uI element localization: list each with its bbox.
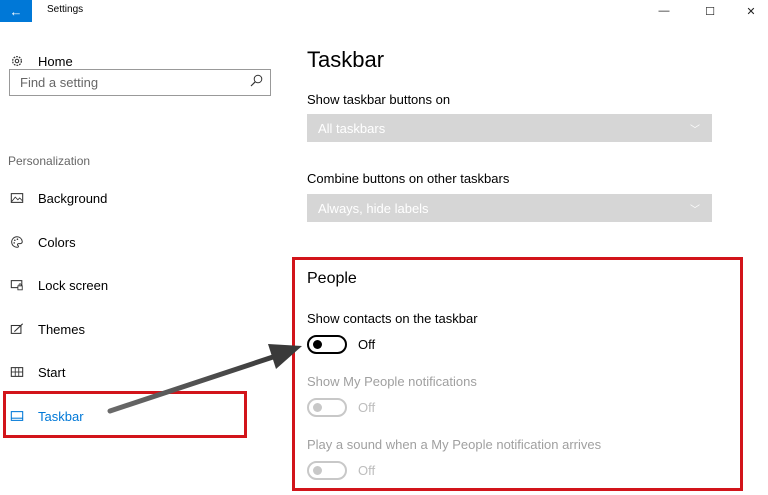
toggle-state: Off	[358, 400, 376, 415]
toggle-knob	[313, 340, 322, 349]
back-button[interactable]: ←	[0, 0, 32, 22]
sidebar-item-label: Start	[38, 364, 66, 380]
window-title: Settings	[47, 4, 84, 15]
back-arrow-icon: ←	[9, 3, 23, 19]
sidebar-item-background[interactable]: Background	[0, 183, 283, 213]
people-sound-label: Play a sound when a My People notificati…	[307, 437, 602, 452]
close-icon: ✕	[746, 5, 756, 18]
people-notifications-row: Off	[307, 398, 375, 417]
search-icon[interactable]	[250, 74, 263, 92]
toggle-knob	[313, 466, 322, 475]
minimize-icon: —	[658, 5, 670, 17]
people-heading: People	[307, 270, 357, 287]
combine-buttons-label: Combine buttons on other taskbars	[307, 171, 510, 186]
toggle-state: Off	[358, 463, 376, 478]
search-box[interactable]	[9, 69, 271, 96]
show-buttons-dropdown[interactable]: All taskbars ﹀	[307, 114, 712, 142]
people-sound-row: Off	[307, 461, 375, 480]
lock-screen-icon	[9, 277, 25, 293]
toggle-knob	[313, 403, 322, 412]
dropdown-value: All taskbars	[318, 120, 386, 136]
toggle-state: Off	[358, 337, 376, 352]
taskbar-icon	[9, 408, 25, 424]
people-sound-toggle[interactable]	[307, 461, 347, 480]
sidebar-item-label: Themes	[38, 321, 85, 337]
themes-icon	[9, 321, 25, 337]
show-buttons-label: Show taskbar buttons on	[307, 92, 451, 107]
start-icon	[9, 364, 25, 380]
people-notifications-label: Show My People notifications	[307, 374, 477, 389]
title-bar: ← Settings — ☐ ✕	[0, 0, 768, 22]
dropdown-value: Always, hide labels	[318, 200, 429, 216]
chevron-down-icon: ﹀	[690, 124, 700, 136]
show-contacts-toggle[interactable]	[307, 335, 347, 354]
page-title: Taskbar	[307, 47, 385, 72]
sidebar-item-label: Background	[38, 190, 108, 206]
search-input[interactable]	[20, 75, 230, 90]
close-button[interactable]: ✕	[733, 0, 768, 22]
chevron-down-icon: ﹀	[690, 204, 700, 216]
sidebar-item-start[interactable]: Start	[0, 357, 283, 387]
show-contacts-label: Show contacts on the taskbar	[307, 311, 478, 326]
sidebar-item-themes[interactable]: Themes	[0, 314, 283, 344]
sidebar-item-taskbar[interactable]: Taskbar	[0, 401, 283, 431]
picture-icon	[9, 190, 25, 206]
minimize-button[interactable]: —	[646, 0, 682, 22]
sidebar-item-label: Taskbar	[38, 408, 84, 424]
maximize-icon: ☐	[705, 5, 715, 18]
show-contacts-row: Off	[307, 335, 375, 354]
section-label: Personalization	[8, 154, 91, 168]
sidebar-item-label: Lock screen	[38, 277, 109, 293]
sidebar-item-label: Home	[38, 53, 73, 69]
gear-icon	[9, 53, 25, 69]
sidebar-item-colors[interactable]: Colors	[0, 227, 283, 257]
maximize-button[interactable]: ☐	[692, 0, 728, 22]
sidebar-item-lock-screen[interactable]: Lock screen	[0, 270, 283, 300]
sidebar-item-label: Colors	[38, 234, 76, 250]
people-notifications-toggle[interactable]	[307, 398, 347, 417]
combine-buttons-dropdown[interactable]: Always, hide labels ﹀	[307, 194, 712, 222]
palette-icon	[9, 234, 25, 250]
